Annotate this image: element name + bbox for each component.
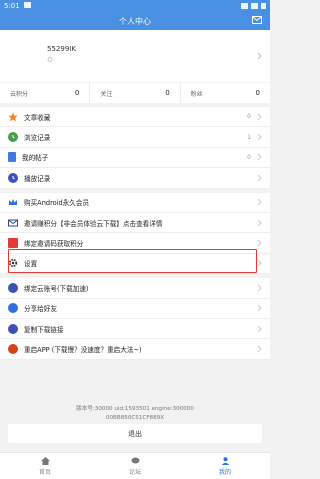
signal-icon bbox=[251, 3, 258, 9]
chevron-right-icon bbox=[257, 304, 262, 312]
menu-item-invite[interactable]: 邀请赚积分【非会员体验云下载】点击查看详情 bbox=[0, 213, 270, 234]
menu-list: 文章收藏 0 浏览记录 1 我的帖子 0 播放记录 购买Android永久会员 … bbox=[0, 107, 270, 360]
link-icon bbox=[8, 323, 18, 334]
status-time: 5:01 bbox=[4, 2, 20, 10]
menu-item-share[interactable]: 分享给好友 bbox=[0, 299, 270, 319]
chevron-right-icon bbox=[257, 174, 262, 182]
stat-followers[interactable]: 粉丝 0 bbox=[181, 83, 270, 103]
menu-item-favorites[interactable]: 文章收藏 0 bbox=[0, 107, 270, 128]
chevron-right-icon bbox=[257, 325, 262, 332]
nav-mine[interactable]: 我的 bbox=[180, 453, 270, 479]
profile-card[interactable]: 55299IK bbox=[0, 30, 270, 82]
gift-icon bbox=[8, 238, 18, 249]
chevron-right-icon bbox=[257, 133, 262, 141]
battery-icon bbox=[261, 3, 266, 9]
power-icon bbox=[8, 343, 18, 354]
bottom-navigation: 首页 论坛 我的 bbox=[0, 452, 270, 479]
stats-bar: 云积分 0 关注 0 粉丝 0 bbox=[0, 83, 270, 103]
chevron-right-icon bbox=[257, 239, 262, 247]
chevron-right-icon bbox=[257, 260, 262, 267]
version-info: 版本号:30000 uid:1593501 engine:300000 00BB… bbox=[0, 405, 270, 423]
chevron-right-icon bbox=[257, 345, 262, 353]
star-icon bbox=[8, 112, 18, 122]
chevron-right-icon bbox=[257, 113, 262, 121]
version-line-2: 00BB850C51CF889X bbox=[105, 415, 165, 421]
wifi-icon bbox=[241, 3, 248, 9]
menu-item-copy-link[interactable]: 复制下载链接 bbox=[0, 319, 270, 340]
chevron-right-icon bbox=[257, 219, 262, 226]
location-pin-icon bbox=[47, 57, 53, 62]
stat-points[interactable]: 云积分 0 bbox=[0, 83, 91, 103]
chevron-right-icon bbox=[257, 52, 262, 60]
document-icon bbox=[8, 152, 16, 163]
chevron-right-icon bbox=[257, 154, 262, 161]
menu-item-history[interactable]: 浏览记录 1 bbox=[0, 127, 270, 148]
username: 55299IK bbox=[47, 45, 76, 53]
history-icon bbox=[8, 132, 18, 143]
cloud-icon bbox=[8, 282, 18, 293]
status-bar: 5:01 bbox=[0, 0, 270, 12]
version-line-1: 版本号:30000 uid:1593501 engine:300000 bbox=[76, 406, 194, 412]
page-title: 个人中心 bbox=[119, 16, 151, 26]
logout-button[interactable]: 退出 bbox=[8, 424, 262, 443]
menu-item-bind-cloud[interactable]: 绑定云账号(下载加速) bbox=[0, 278, 270, 299]
status-right-icons bbox=[241, 3, 266, 9]
menu-item-play-history[interactable]: 播放记录 bbox=[0, 168, 270, 189]
person-icon bbox=[221, 456, 229, 465]
nav-forum[interactable]: 论坛 bbox=[90, 453, 180, 479]
chevron-right-icon bbox=[257, 198, 262, 206]
menu-item-restart-app[interactable]: 重启APP (下载慢？没速度？重启大法~) bbox=[0, 339, 270, 360]
forum-icon bbox=[131, 457, 139, 463]
status-notification-icons bbox=[23, 2, 31, 10]
mail-icon bbox=[8, 218, 18, 228]
settings-highlight-box bbox=[8, 249, 257, 273]
chevron-right-icon bbox=[257, 284, 262, 292]
notification-icon bbox=[23, 2, 31, 8]
menu-item-my-posts[interactable]: 我的帖子 0 bbox=[0, 148, 270, 169]
home-icon bbox=[40, 456, 50, 465]
menu-item-buy-vip[interactable]: 购买Android永久会员 bbox=[0, 193, 270, 213]
nav-home[interactable]: 首页 bbox=[0, 453, 90, 479]
clock-icon bbox=[8, 172, 18, 183]
mail-icon[interactable] bbox=[252, 16, 262, 24]
crown-icon bbox=[8, 197, 18, 207]
top-bar: 个人中心 bbox=[0, 12, 270, 30]
stat-following[interactable]: 关注 0 bbox=[90, 83, 181, 103]
share-icon bbox=[8, 303, 18, 314]
